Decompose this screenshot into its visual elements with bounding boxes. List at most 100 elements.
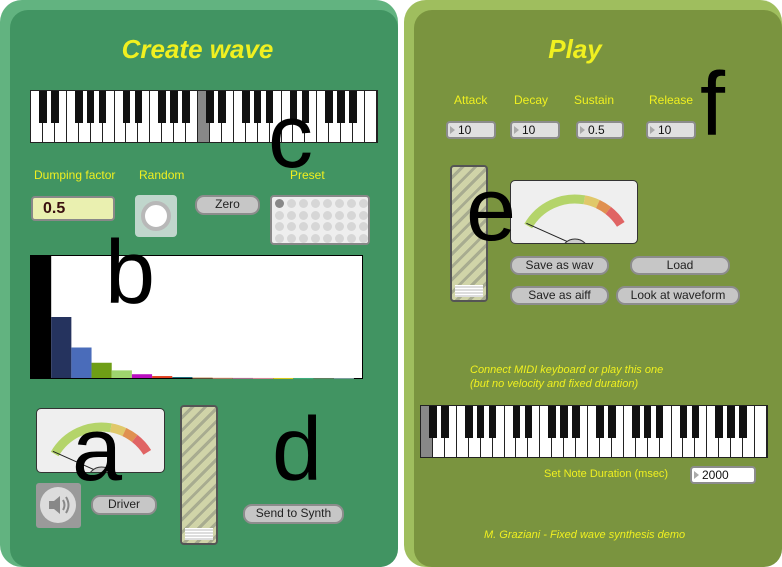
preset-slot[interactable] xyxy=(311,233,320,243)
preset-slot[interactable] xyxy=(311,222,320,231)
preset-slot[interactable] xyxy=(311,210,320,220)
preset-slot[interactable] xyxy=(359,233,368,243)
black-key[interactable] xyxy=(441,406,449,438)
harmonic-bar[interactable] xyxy=(293,377,314,379)
harmonic-bar[interactable] xyxy=(232,377,253,379)
preset-slot[interactable] xyxy=(335,233,344,243)
black-key[interactable] xyxy=(218,91,226,123)
black-key[interactable] xyxy=(548,406,557,438)
harmonic-bar[interactable] xyxy=(212,377,233,379)
preset-slot[interactable] xyxy=(275,222,284,231)
keyboard-play[interactable] xyxy=(420,405,768,458)
harmonic-bar[interactable] xyxy=(313,377,334,379)
preset-slot[interactable] xyxy=(335,222,344,231)
slider-handle[interactable] xyxy=(185,528,213,540)
preset-slot[interactable] xyxy=(323,233,332,243)
black-key[interactable] xyxy=(572,406,580,438)
preset-slot[interactable] xyxy=(275,199,284,208)
black-key[interactable] xyxy=(349,91,357,123)
decay-input[interactable]: 10 xyxy=(510,121,560,139)
harmonic-bar[interactable] xyxy=(172,377,193,379)
preset-slot[interactable] xyxy=(335,210,344,220)
black-key[interactable] xyxy=(679,406,688,438)
look-at-waveform-button[interactable]: Look at waveform xyxy=(616,286,740,305)
black-key[interactable] xyxy=(325,91,334,123)
preset-slot[interactable] xyxy=(347,233,356,243)
harmonic-bar[interactable] xyxy=(333,377,354,379)
black-key[interactable] xyxy=(122,91,131,123)
black-key[interactable] xyxy=(655,406,664,438)
zero-button[interactable]: Zero xyxy=(195,195,260,215)
save-as-aiff-button[interactable]: Save as aiff xyxy=(510,286,609,305)
preset-grid[interactable] xyxy=(270,195,370,245)
black-key[interactable] xyxy=(253,91,262,123)
harmonic-bar[interactable] xyxy=(51,317,72,378)
black-key[interactable] xyxy=(512,406,521,438)
white-key[interactable] xyxy=(365,91,377,142)
harmonic-bar[interactable] xyxy=(91,362,112,378)
black-key[interactable] xyxy=(560,406,568,438)
preset-slot[interactable] xyxy=(287,233,296,243)
harmonic-bar[interactable] xyxy=(152,376,173,378)
note-duration-input[interactable]: 2000 xyxy=(690,466,756,484)
preset-slot[interactable] xyxy=(359,199,368,208)
preset-slot[interactable] xyxy=(311,199,320,208)
black-key[interactable] xyxy=(631,406,640,438)
black-key[interactable] xyxy=(51,91,59,123)
attack-input[interactable]: 10 xyxy=(446,121,496,139)
dumping-factor-input[interactable]: 0.5 xyxy=(31,196,115,221)
save-as-wav-button[interactable]: Save as wav xyxy=(510,256,609,275)
preset-slot[interactable] xyxy=(299,222,308,231)
black-key[interactable] xyxy=(337,91,345,123)
white-key[interactable] xyxy=(755,406,767,457)
volume-slider-left[interactable] xyxy=(180,405,218,545)
black-key[interactable] xyxy=(608,406,616,438)
harmonic-bar[interactable] xyxy=(192,377,213,379)
send-to-synth-button[interactable]: Send to Synth xyxy=(243,504,344,524)
black-key[interactable] xyxy=(643,406,652,438)
black-key[interactable] xyxy=(524,406,533,438)
preset-slot[interactable] xyxy=(287,199,296,208)
black-key[interactable] xyxy=(241,91,250,123)
sustain-input[interactable]: 0.5 xyxy=(576,121,624,139)
preset-slot[interactable] xyxy=(299,210,308,220)
preset-slot[interactable] xyxy=(287,210,296,220)
harmonic-spectrum-editor[interactable] xyxy=(30,255,363,379)
harmonic-bar[interactable] xyxy=(131,374,153,378)
release-input[interactable]: 10 xyxy=(646,121,696,139)
black-key[interactable] xyxy=(429,406,437,438)
black-key[interactable] xyxy=(715,406,724,438)
black-key[interactable] xyxy=(727,406,735,438)
harmonic-bar[interactable] xyxy=(111,370,132,378)
preset-slot[interactable] xyxy=(359,222,368,231)
black-key[interactable] xyxy=(182,91,190,123)
harmonic-bar[interactable] xyxy=(253,377,274,379)
preset-slot[interactable] xyxy=(299,199,308,208)
preset-slot[interactable] xyxy=(347,222,356,231)
preset-slot[interactable] xyxy=(275,233,284,243)
harmonic-bar[interactable] xyxy=(71,347,92,379)
keyboard-create[interactable] xyxy=(30,90,378,143)
black-key[interactable] xyxy=(206,91,214,123)
black-key[interactable] xyxy=(134,91,143,123)
harmonic-bar[interactable] xyxy=(273,377,294,379)
harmonic-bar[interactable] xyxy=(31,256,52,378)
black-key[interactable] xyxy=(39,91,47,123)
black-key[interactable] xyxy=(86,91,95,123)
black-key[interactable] xyxy=(98,91,107,123)
preset-slot[interactable] xyxy=(347,199,356,208)
preset-slot[interactable] xyxy=(287,222,296,231)
preset-slot[interactable] xyxy=(323,210,332,220)
load-button[interactable]: Load xyxy=(630,256,730,275)
preset-slot[interactable] xyxy=(299,233,308,243)
black-key[interactable] xyxy=(170,91,178,123)
preset-slot[interactable] xyxy=(359,210,368,220)
black-key[interactable] xyxy=(488,406,497,438)
black-key[interactable] xyxy=(739,406,747,438)
slider-handle[interactable] xyxy=(455,285,483,297)
black-key[interactable] xyxy=(596,406,604,438)
preset-slot[interactable] xyxy=(347,210,356,220)
preset-slot[interactable] xyxy=(323,199,332,208)
preset-slot[interactable] xyxy=(335,199,344,208)
black-key[interactable] xyxy=(476,406,485,438)
